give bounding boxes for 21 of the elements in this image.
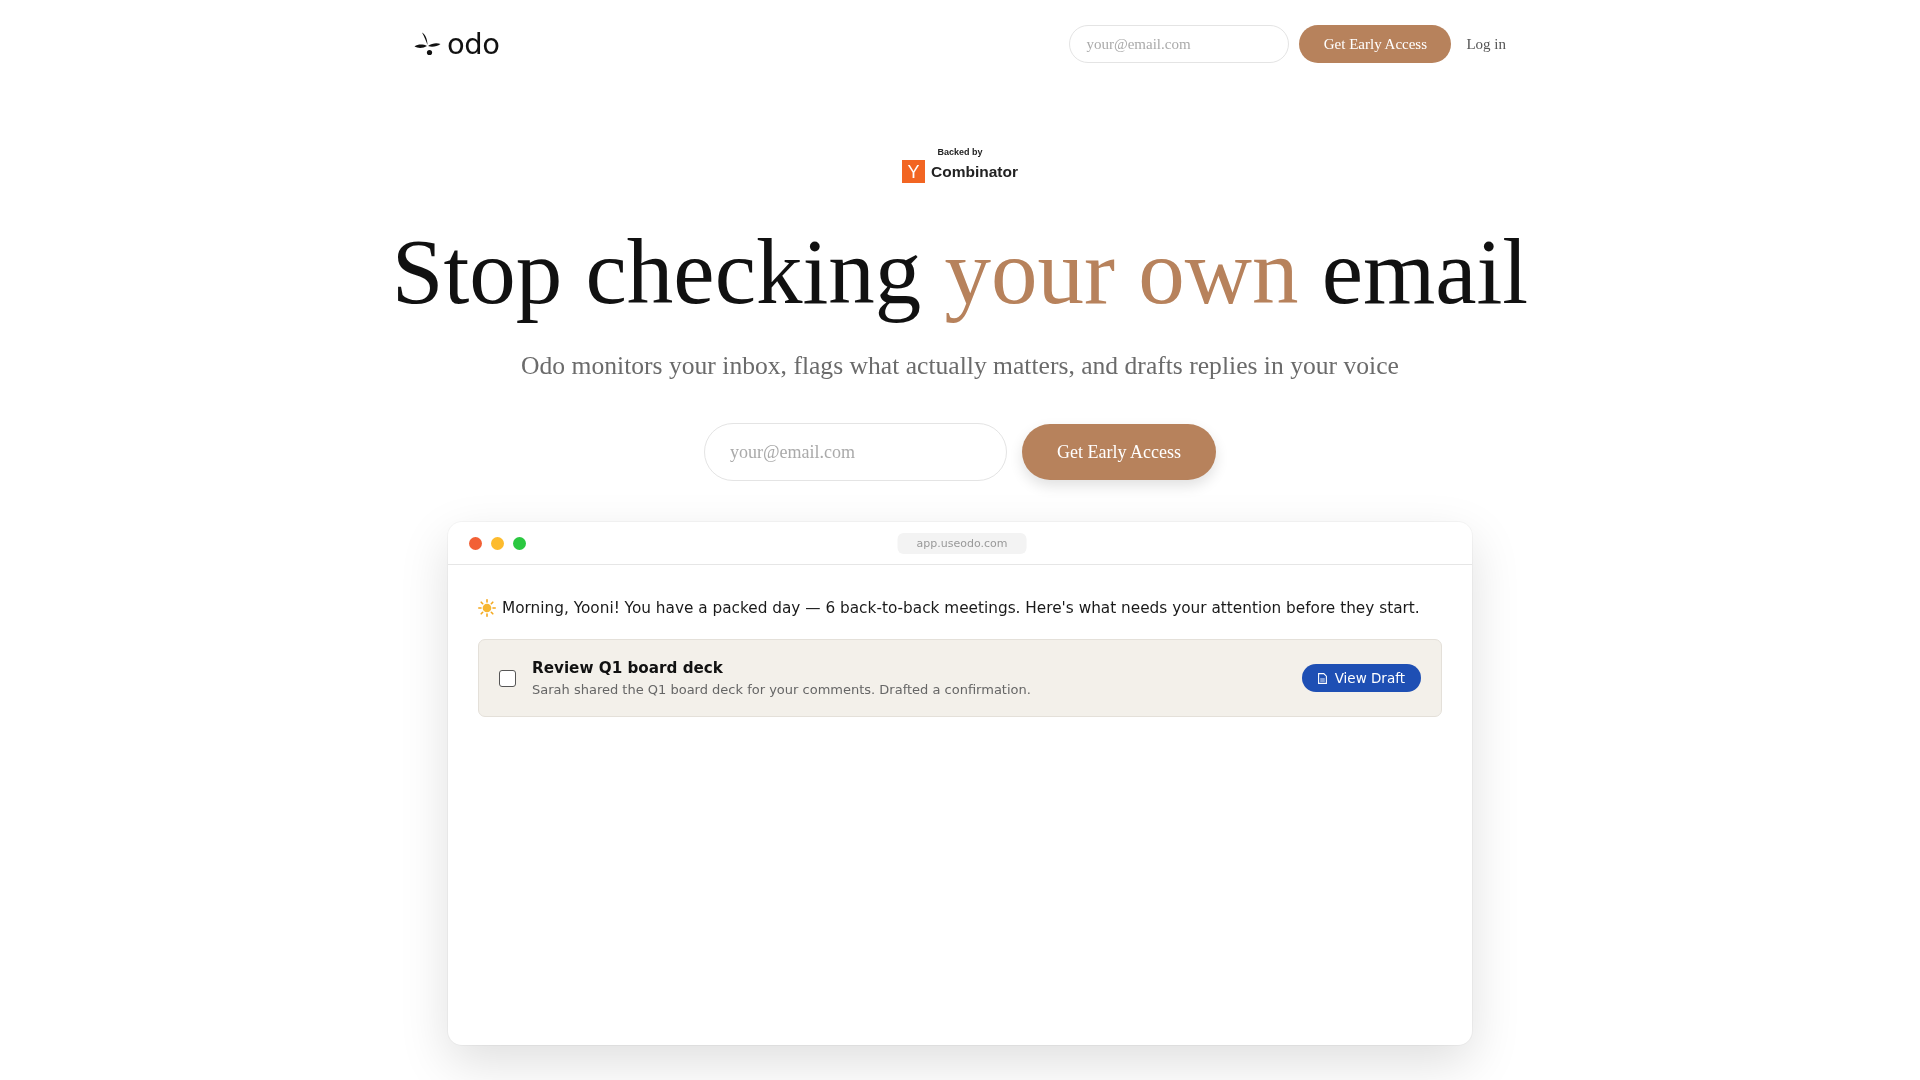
- sprout-logo-icon: [414, 32, 441, 56]
- window-control-dot-icon[interactable]: [513, 536, 526, 550]
- logo-wordmark[interactable]: odo: [447, 29, 500, 59]
- headline: Stop checking your own email: [391, 221, 1529, 323]
- task-checkbox[interactable]: [499, 669, 516, 687]
- greeting-message: Morning, Yooni! You have a packed day — 6 back-to-back meetings. Here's what needs your attention before they start.: [502, 599, 1420, 617]
- task-title: Review Q1 board deck: [532, 659, 723, 677]
- sun-icon: [478, 599, 496, 617]
- email-field[interactable]: your@email.com: [1069, 25, 1290, 63]
- subtitle: Odo monitors your inbox, flags what actually matters, and drafts replies in your voice: [521, 350, 1399, 382]
- window-control-dot-icon[interactable]: [491, 536, 504, 550]
- task-description: Sarah shared the Q1 board deck for your comments. Drafted a confirmation.: [532, 682, 1031, 697]
- document-icon: [1317, 672, 1327, 684]
- login-link[interactable]: Log in: [1466, 35, 1506, 53]
- combinator-logo-mark: Y: [902, 160, 925, 183]
- window-control-dot-icon[interactable]: [469, 536, 482, 550]
- view-draft-button[interactable]: View Draft: [1301, 664, 1421, 692]
- url-bar: app.useodo.com: [897, 533, 1027, 554]
- backed-by-label: Backed by: [937, 147, 983, 158]
- email-field[interactable]: your@email.com: [704, 423, 1007, 481]
- combinator-name: Combinator: [931, 162, 1018, 181]
